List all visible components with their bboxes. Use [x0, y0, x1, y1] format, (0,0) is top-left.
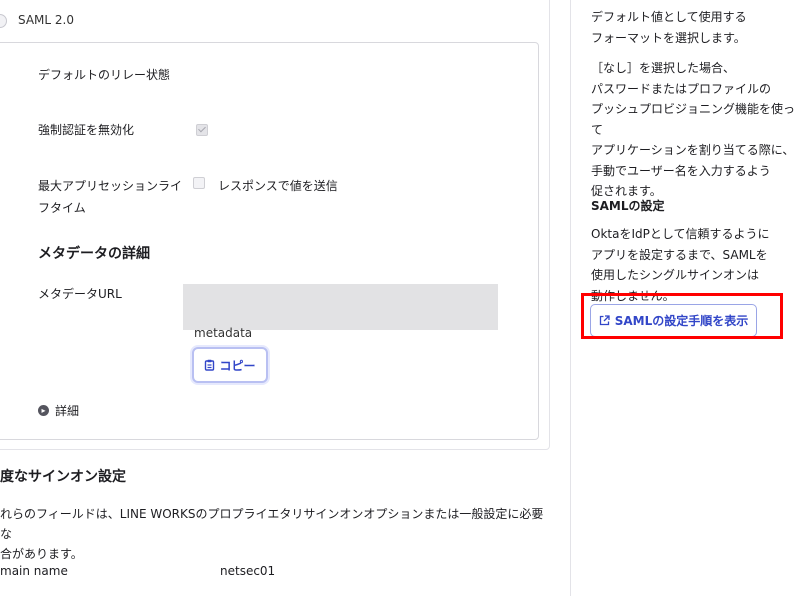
chevron-right-icon: ▸ — [38, 405, 49, 416]
sidebar-none-line-3: プッシュプロビジョニング機能を使って — [591, 102, 796, 137]
advanced-signon-title: 度なサインオン設定 — [0, 469, 126, 485]
sidebar-none-line-5: 手動でユーザー名を入力するよう — [591, 163, 771, 178]
sidebar-saml-line-3: 使用したシングルサインオンは — [591, 268, 760, 282]
saml-options-box — [0, 42, 539, 440]
clipboard-icon — [204, 356, 215, 375]
metadata-url-field[interactable] — [183, 284, 498, 330]
sidebar-none-help: ［なし］を選択した場合、 パスワードまたはプロファイルの プッシュプロビジョニン… — [591, 58, 796, 202]
copy-button[interactable]: コピー — [192, 347, 268, 383]
send-in-response-checkbox[interactable] — [193, 177, 205, 189]
domain-name-label: main name — [0, 564, 68, 578]
metadata-url-text: metadata — [194, 326, 253, 340]
sidebar-saml-title: SAMLの設定 — [591, 199, 665, 213]
main-panel: SAML 2.0 デフォルトのリレー状態 強制認証を無効化 最大アプリセッション… — [0, 0, 570, 596]
disable-force-auth-checkbox[interactable] — [196, 124, 208, 136]
disable-force-auth-label: 強制認証を無効化 — [38, 123, 135, 137]
send-in-response-label: レスポンスで値を送信 — [218, 179, 338, 193]
metadata-url-label: メタデータURL — [38, 287, 122, 301]
sidebar-none-line-4: アプリケーションを割り当てる際に、 — [591, 143, 795, 157]
help-sidebar: デフォルト値として使用する フォーマットを選択します。 ［なし］を選択した場合、… — [571, 0, 800, 596]
sidebar-format-help: デフォルト値として使用する フォーマットを選択します。 — [591, 7, 796, 48]
max-session-lifetime-label-1: 最大アプリセッションライ — [38, 179, 183, 193]
sidebar-saml-line-1: OktaをIdPとして信頼するように — [591, 227, 770, 241]
domain-name-value: netsec01 — [220, 564, 276, 578]
advanced-signon-description: れらのフィールドは、LINE WORKSのプロプライエタリサインオンオプションま… — [0, 504, 555, 564]
sidebar-format-line-1: デフォルト値として使用する — [591, 10, 747, 24]
max-session-lifetime-label-2: フタイム — [38, 201, 86, 215]
default-relay-state-label: デフォルトのリレー状態 — [38, 68, 171, 82]
view-saml-instructions-label: SAMLの設定手順を表示 — [614, 314, 749, 328]
external-link-icon — [599, 311, 610, 330]
saml-radio-label: SAML 2.0 — [18, 13, 74, 27]
sidebar-none-line-2: パスワードまたはプロファイルの — [591, 81, 772, 96]
copy-button-label: コピー — [219, 358, 256, 373]
details-label: 詳細 — [55, 404, 80, 418]
sidebar-none-line-1: ［なし］を選択した場合、 — [591, 61, 736, 75]
advanced-desc-line-1: れらのフィールドは、LINE WORKSのプロプライエタリサインオンオプションま… — [0, 507, 544, 541]
sidebar-saml-line-4: 動作しません。 — [591, 288, 675, 303]
view-saml-instructions-button[interactable]: SAMLの設定手順を表示 — [590, 304, 757, 337]
metadata-section-title: メタデータの詳細 — [38, 246, 150, 262]
details-toggle[interactable]: ▸ 詳細 — [38, 402, 79, 419]
sidebar-saml-help: OktaをIdPとして信頼するように アプリを設定するまで、SAMLを 使用した… — [591, 224, 796, 306]
sidebar-format-line-2: フォーマットを選択します。 — [591, 30, 746, 45]
sidebar-saml-line-2: アプリを設定するまで、SAMLを — [591, 247, 768, 262]
advanced-desc-line-2: 合があります。 — [0, 547, 83, 561]
